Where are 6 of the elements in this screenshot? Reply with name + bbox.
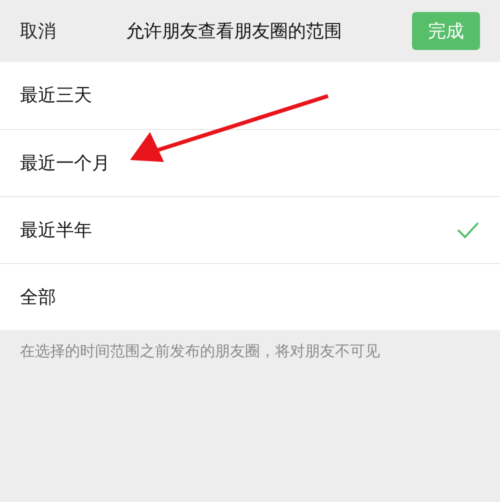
footnote-text: 在选择的时间范围之前发布的朋友圈，将对朋友不可见 xyxy=(19,341,381,362)
option-row[interactable]: 全部 xyxy=(0,263,500,330)
cancel-link[interactable]: 取消 xyxy=(20,18,56,44)
option-row[interactable]: 最近三天 xyxy=(0,62,500,129)
option-row[interactable]: 最近半年 xyxy=(0,196,500,263)
page-title: 允许朋友查看朋友圈的范围 xyxy=(126,20,342,44)
